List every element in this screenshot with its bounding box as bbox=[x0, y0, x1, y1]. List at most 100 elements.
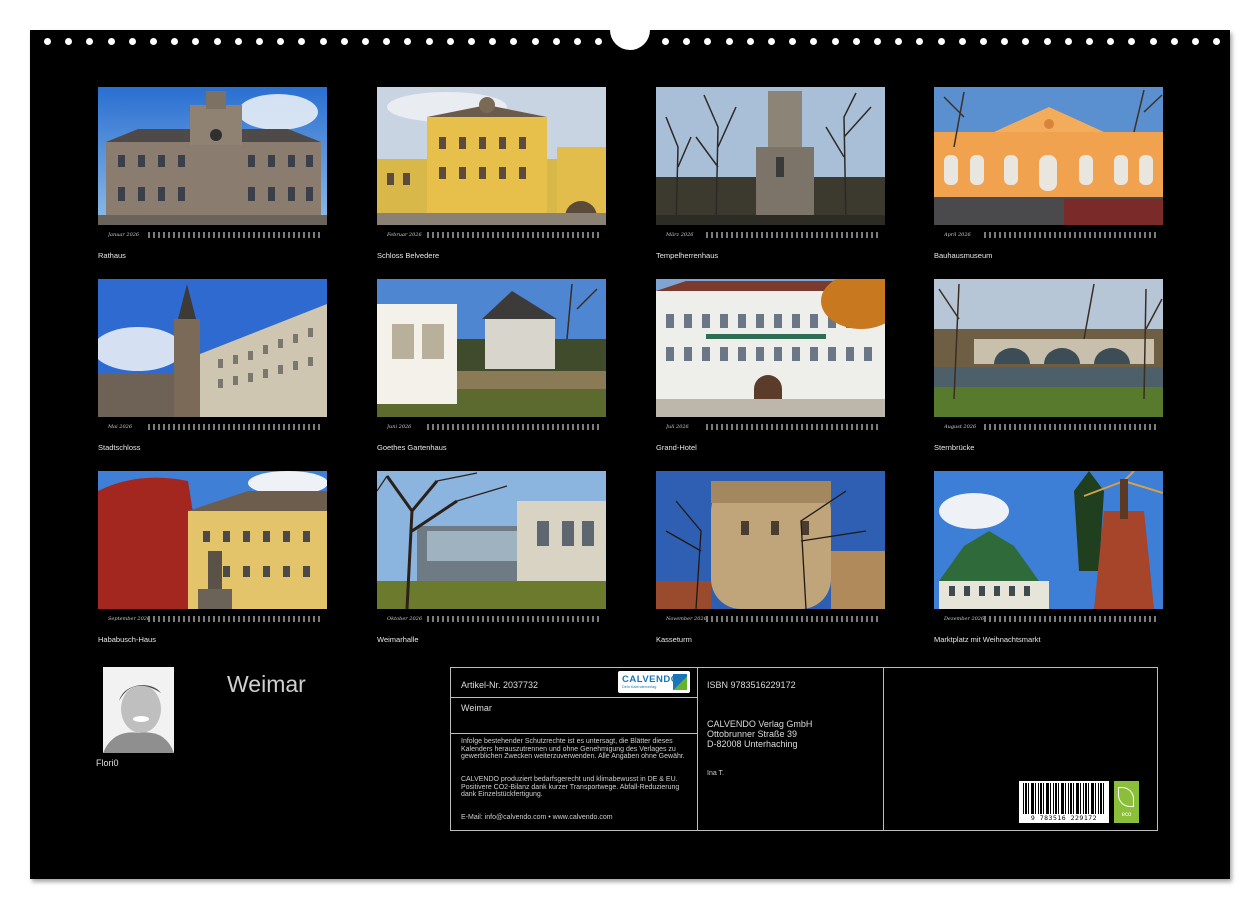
month-tile: Mai 2026 Stadtschloss bbox=[98, 279, 327, 452]
binding-hole bbox=[171, 38, 178, 45]
legal-notice: Infolge bestehender Schutzrechte ist es … bbox=[461, 738, 693, 761]
day-numbers bbox=[148, 424, 321, 430]
month-name: August 2026 bbox=[944, 424, 984, 430]
publisher-city: D-82008 Unterhaching bbox=[707, 739, 798, 749]
binding-hole bbox=[768, 38, 775, 45]
binding-hole bbox=[595, 38, 602, 45]
photo-caption: Rathaus bbox=[98, 251, 327, 260]
photo-kasseturm bbox=[656, 471, 885, 609]
binding-hole bbox=[362, 38, 369, 45]
day-numbers bbox=[148, 616, 321, 622]
binding-hole bbox=[277, 38, 284, 45]
isbn-barcode: 9 783516 229172 bbox=[1019, 781, 1109, 823]
binding-hole bbox=[298, 38, 305, 45]
divider bbox=[697, 668, 698, 830]
binding-hole bbox=[1213, 38, 1220, 45]
month-name: November 2026 bbox=[666, 616, 706, 622]
day-numbers bbox=[427, 616, 600, 622]
month-name: April 2026 bbox=[944, 232, 984, 238]
article-number: Artikel-Nr. 2037732 bbox=[461, 680, 538, 690]
binding-hole bbox=[86, 38, 93, 45]
binding-hole bbox=[1044, 38, 1051, 45]
photo-caption: Hababusch-Haus bbox=[98, 635, 327, 644]
calendar-day-strip: Februar 2026 bbox=[377, 230, 606, 240]
binding-hole bbox=[980, 38, 987, 45]
calendar-day-strip: Oktober 2026 bbox=[377, 614, 606, 624]
binding-hole bbox=[447, 38, 454, 45]
binding-hole bbox=[1022, 38, 1029, 45]
day-numbers bbox=[984, 232, 1157, 238]
month-name: Juni 2026 bbox=[387, 424, 427, 430]
publisher-street: Ottobrunner Straße 39 bbox=[707, 729, 797, 739]
binding-hole bbox=[916, 38, 923, 45]
binding-hole bbox=[810, 38, 817, 45]
binding-hole bbox=[468, 38, 475, 45]
binding-hole bbox=[426, 38, 433, 45]
binding-hole bbox=[1171, 38, 1178, 45]
publisher-name: CALVENDO Verlag GmbH bbox=[707, 719, 812, 729]
binding-hole bbox=[532, 38, 539, 45]
month-name: Februar 2026 bbox=[387, 232, 427, 238]
binding-hole bbox=[574, 38, 581, 45]
binding-hole bbox=[1086, 38, 1093, 45]
day-numbers bbox=[706, 232, 879, 238]
photo-rathaus bbox=[98, 87, 327, 225]
binding-hole bbox=[726, 38, 733, 45]
binding-hole bbox=[662, 38, 669, 45]
hanger-hole bbox=[610, 10, 650, 50]
binding-hole bbox=[832, 38, 839, 45]
photo-caption: Bauhausmuseum bbox=[934, 251, 1163, 260]
calendar-day-strip: September 2026 bbox=[98, 614, 327, 624]
binding-hole bbox=[1128, 38, 1135, 45]
month-tile: April 2026 Bauhausmuseum bbox=[934, 87, 1163, 260]
month-name: September 2026 bbox=[108, 616, 148, 622]
isbn: ISBN 9783516229172 bbox=[707, 680, 796, 690]
photo-tempelherrenhaus bbox=[656, 87, 885, 225]
binding-hole bbox=[853, 38, 860, 45]
month-name: Mai 2026 bbox=[108, 424, 148, 430]
logo-subtext: Dein Kalenderverlag bbox=[622, 685, 656, 689]
month-tile: Juni 2026 Goethes Gartenhaus bbox=[377, 279, 606, 452]
month-name: Januar 2026 bbox=[108, 232, 148, 238]
photo-sternbruecke bbox=[934, 279, 1163, 417]
binding-hole bbox=[150, 38, 157, 45]
month-tile: Februar 2026 Schloss Belvedere bbox=[377, 87, 606, 260]
binding-hole bbox=[874, 38, 881, 45]
binding-hole bbox=[1150, 38, 1157, 45]
binding-hole bbox=[789, 38, 796, 45]
binding-hole bbox=[1107, 38, 1114, 45]
binding-hole bbox=[1001, 38, 1008, 45]
calendar-day-strip: März 2026 bbox=[656, 230, 885, 240]
contact-info: E-Mail: info@calvendo.com • www.calvendo… bbox=[461, 814, 693, 822]
day-numbers bbox=[984, 616, 1157, 622]
month-name: Juli 2026 bbox=[666, 424, 706, 430]
calendar-day-strip: November 2026 bbox=[656, 614, 885, 624]
binding-hole bbox=[108, 38, 115, 45]
binding-hole bbox=[341, 38, 348, 45]
binding-hole bbox=[44, 38, 51, 45]
photo-caption: Grand-Hotel bbox=[656, 443, 885, 452]
photo-bauhausmuseum bbox=[934, 87, 1163, 225]
photo-weimarhalle bbox=[377, 471, 606, 609]
calendar-day-strip: August 2026 bbox=[934, 422, 1163, 432]
calendar-day-strip: Januar 2026 bbox=[98, 230, 327, 240]
month-tile: März 2026 Tempelherrenhaus bbox=[656, 87, 885, 260]
binding-hole bbox=[256, 38, 263, 45]
calendar-day-strip: Mai 2026 bbox=[98, 422, 327, 432]
eco-label: eco bbox=[1114, 812, 1139, 818]
binding-hole bbox=[214, 38, 221, 45]
binding-hole bbox=[683, 38, 690, 45]
binding-hole bbox=[1065, 38, 1072, 45]
day-numbers bbox=[148, 232, 321, 238]
binding-hole bbox=[895, 38, 902, 45]
day-numbers bbox=[706, 616, 879, 622]
day-numbers bbox=[427, 232, 600, 238]
calendar-title: Weimar bbox=[227, 671, 306, 698]
calendar-day-strip: Juli 2026 bbox=[656, 422, 885, 432]
month-tile: August 2026 Sternbrücke bbox=[934, 279, 1163, 452]
photo-stadtschloss bbox=[98, 279, 327, 417]
binding-hole bbox=[235, 38, 242, 45]
month-tile: Oktober 2026 Weimarhalle bbox=[377, 471, 606, 644]
author-name: Flori0 bbox=[96, 758, 119, 768]
binding-hole bbox=[553, 38, 560, 45]
